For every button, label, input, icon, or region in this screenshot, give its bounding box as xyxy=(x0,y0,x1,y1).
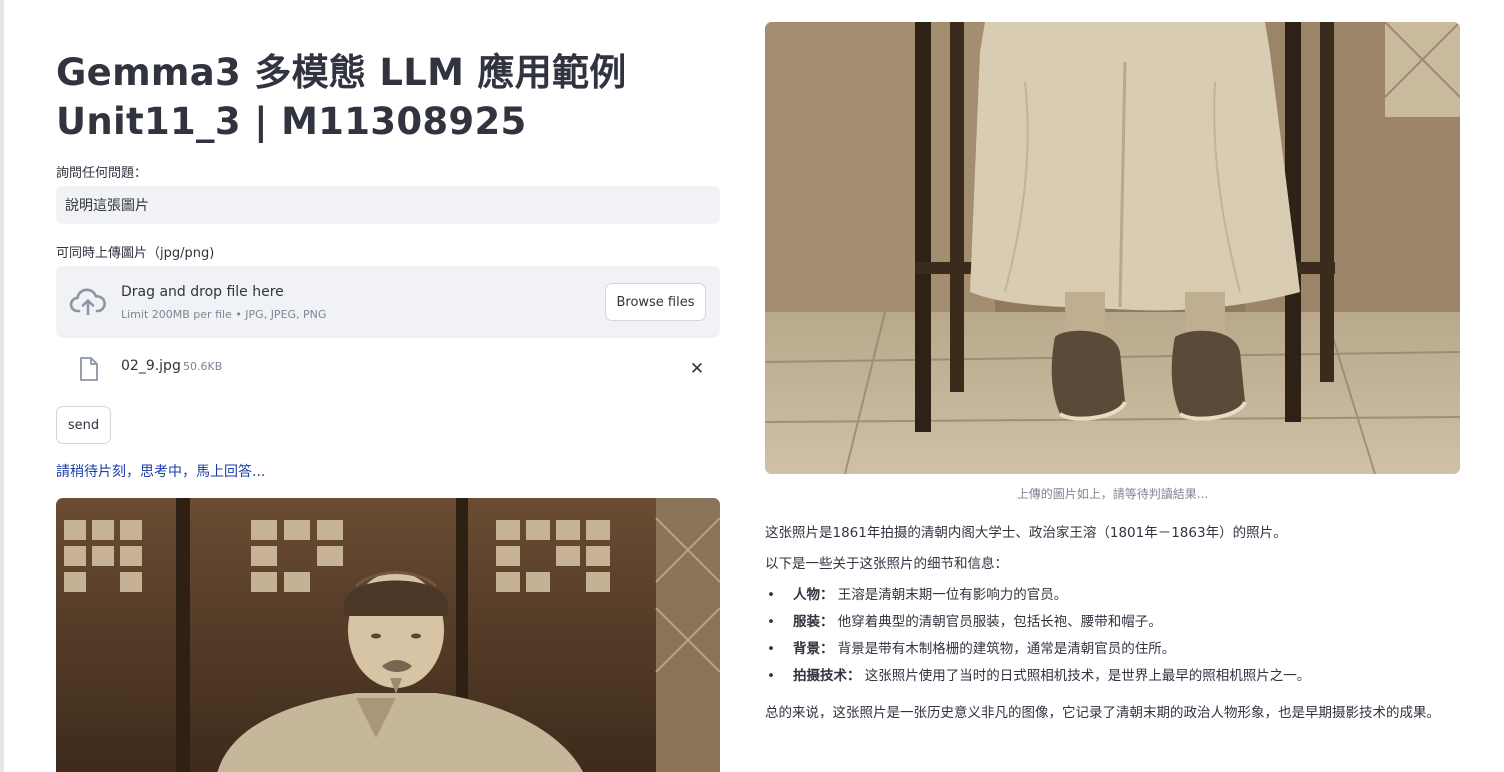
remove-file-icon[interactable]: ✕ xyxy=(686,358,708,380)
cloud-upload-icon xyxy=(69,288,106,316)
question-input[interactable] xyxy=(56,186,720,224)
thinking-status: 請稍待片刻，思考中，馬上回答... xyxy=(56,464,266,480)
dropzone-title: Drag and drop file here xyxy=(121,284,284,300)
file-size: 50.6KB xyxy=(183,360,223,373)
bullet-text: 背景是带有木制格栅的建筑物，通常是清朝官员的住所。 xyxy=(837,641,1176,657)
page-title: Gemma3 多模態 LLM 應用範例 Unit11_3 | M11308925 xyxy=(56,48,720,146)
bullet-dot: • xyxy=(767,641,775,657)
bullet-dot: • xyxy=(767,668,775,684)
answer-summary: 总的来说，这张照片是一张历史意义非凡的图像，它记录了清朝末期的政治人物形象，也是… xyxy=(765,705,1440,721)
portrait-photo xyxy=(56,498,720,772)
model-answer: 这张照片是1861年拍摄的清朝内阁大学士、政治家王溶（1801年－1863年）的… xyxy=(765,524,1460,738)
upload-label: 可同時上傳圖片（jpg/png) xyxy=(56,246,215,261)
file-name: 02_9.jpg xyxy=(121,358,181,374)
answer-intro: 这张照片是1861年拍摄的清朝内阁大学士、政治家王溶（1801年－1863年）的… xyxy=(765,525,1287,541)
bullet-key: 拍摄技术： xyxy=(793,668,861,684)
title-line-2: Unit11_3 | M11308925 xyxy=(56,100,527,143)
bullet-key: 背景： xyxy=(793,641,834,657)
bullet-key: 人物： xyxy=(793,587,834,603)
list-item: • 背景： 背景是带有木制格栅的建筑物，通常是清朝官员的住所。 xyxy=(765,640,1460,658)
answer-bullet-list: • 人物： 王溶是清朝末期一位有影响力的官员。 • 服装： 他穿着典型的清朝官员服装… xyxy=(765,586,1460,685)
answer-lead: 以下是一些关于这张照片的细节和信息： xyxy=(765,556,1008,572)
bullet-text: 他穿着典型的清朝官员服装，包括长袍、腰带和帽子。 xyxy=(837,614,1162,630)
title-line-1: Gemma3 多模態 LLM 應用範例 xyxy=(56,51,627,94)
image-caption: 上傳的圖片如上，請等待判讀結果... xyxy=(1016,487,1209,501)
send-button[interactable]: send xyxy=(56,406,111,444)
file-dropzone[interactable]: Drag and drop file here Limit 200MB per … xyxy=(56,266,720,338)
file-icon xyxy=(80,357,98,381)
list-item: • 人物： 王溶是清朝末期一位有影响力的官员。 xyxy=(765,586,1460,604)
window-left-edge xyxy=(0,0,4,772)
list-item: • 拍摄技术： 这张照片使用了当时的日式照相机技术，是世界上最早的照相机照片之一。 xyxy=(765,667,1460,685)
bullet-dot: • xyxy=(767,587,775,603)
browse-files-button[interactable]: Browse files xyxy=(605,283,706,321)
bullet-key: 服装： xyxy=(793,614,834,630)
seated-figure-photo xyxy=(765,22,1460,474)
bullet-text: 这张照片使用了当时的日式照相机技术，是世界上最早的照相机照片之一。 xyxy=(864,668,1311,684)
uploaded-file-row: 02_9.jpg 50.6KB ✕ xyxy=(56,348,720,388)
bullet-text: 王溶是清朝末期一位有影响力的官员。 xyxy=(837,587,1068,603)
question-label: 詢問任何問題： xyxy=(56,166,148,181)
list-item: • 服装： 他穿着典型的清朝官员服装，包括长袍、腰带和帽子。 xyxy=(765,613,1460,631)
bullet-dot: • xyxy=(767,614,775,630)
dropzone-limits: Limit 200MB per file • JPG, JPEG, PNG xyxy=(121,308,327,321)
uploaded-photo-display xyxy=(765,22,1460,474)
uploaded-photo-preview xyxy=(56,498,720,772)
